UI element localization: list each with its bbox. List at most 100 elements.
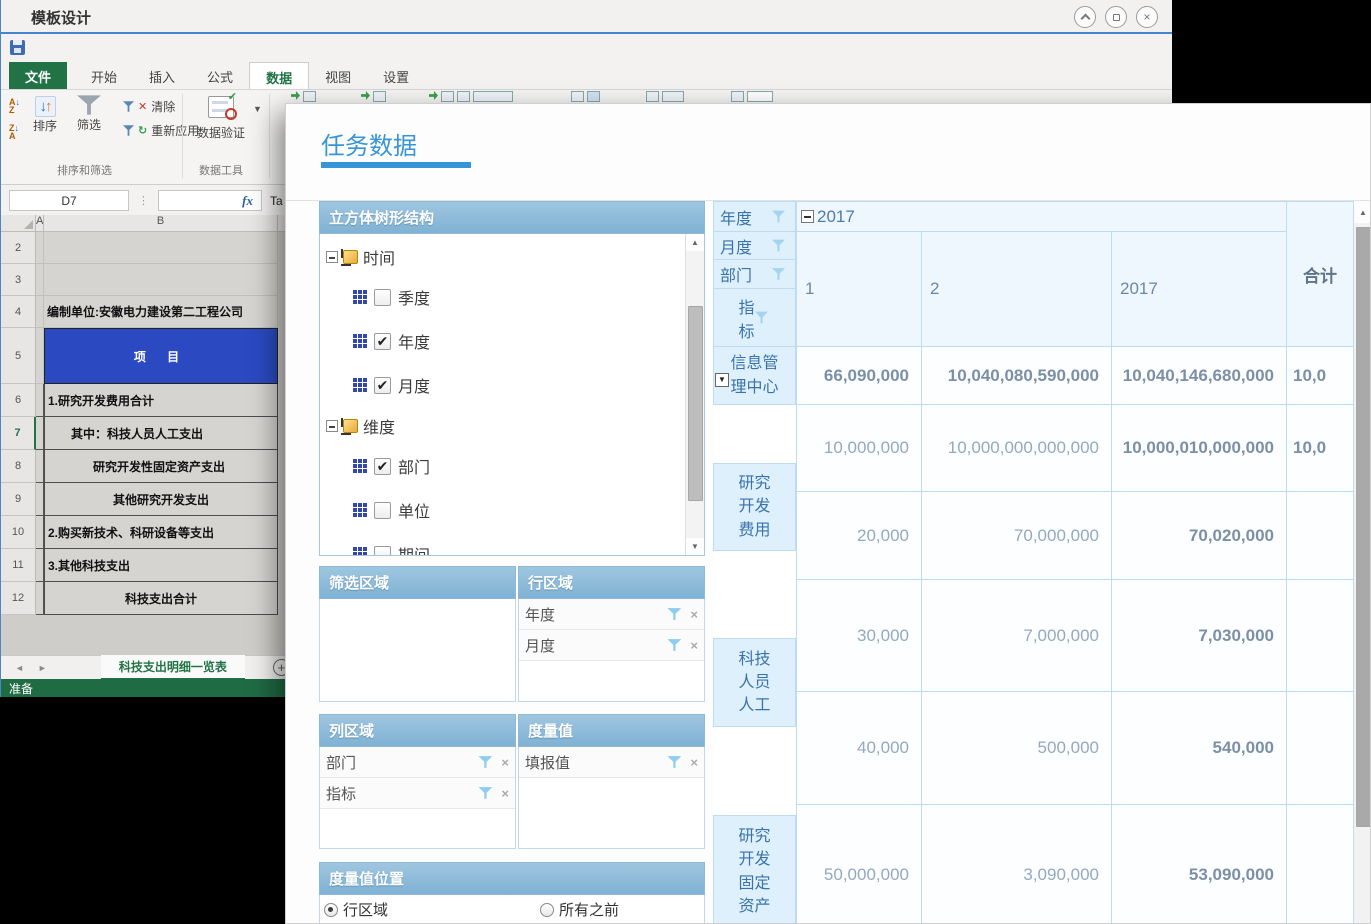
collapse-icon[interactable] xyxy=(801,210,814,223)
checkbox-unchecked[interactable] xyxy=(374,502,391,519)
filter-funnel-icon[interactable] xyxy=(667,638,681,652)
remove-icon[interactable]: × xyxy=(501,786,509,801)
reapply-button[interactable]: ↻ 重新应用 xyxy=(123,122,199,139)
tree-group-1[interactable]: 时间 xyxy=(326,238,704,275)
row-number-9[interactable]: 9 xyxy=(1,483,36,516)
cell-name-box[interactable]: D7 xyxy=(9,190,129,211)
close-button[interactable]: × xyxy=(1136,6,1158,28)
collapse-icon[interactable] xyxy=(326,420,338,432)
ribbon-tab-3[interactable]: 插入 xyxy=(133,62,191,89)
filter-funnel-icon[interactable] xyxy=(478,786,492,800)
column-area-item-2[interactable]: 指标× xyxy=(320,778,515,809)
ribbon-tab-7[interactable]: 设置 xyxy=(367,62,425,89)
cell-b8[interactable]: 研究开发性固定资产支出 xyxy=(44,450,278,483)
pivot-scroll-up-icon[interactable]: ▲ xyxy=(1354,201,1371,223)
cell-a3[interactable] xyxy=(36,264,44,296)
filter-funnel-icon[interactable] xyxy=(755,311,768,325)
row-number-4[interactable]: 4 xyxy=(1,296,36,328)
collapse-icon[interactable] xyxy=(326,251,338,263)
clear-filter-button[interactable]: ✕ 清除 xyxy=(123,98,175,115)
ribbon-tab-5[interactable]: 数据 xyxy=(249,62,309,89)
row-number-12[interactable]: 12 xyxy=(1,582,36,615)
cell-a6[interactable] xyxy=(36,384,44,417)
row-area-item-2[interactable]: 月度× xyxy=(519,630,704,661)
insert-function-button[interactable]: fx xyxy=(158,190,262,211)
cell-b11[interactable]: 3.其他科技支出 xyxy=(44,549,278,582)
row-number-7[interactable]: 7 xyxy=(1,417,36,450)
row-number-6[interactable]: 6 xyxy=(1,384,36,417)
save-icon[interactable] xyxy=(10,40,25,55)
remove-icon[interactable]: × xyxy=(690,755,698,770)
cell-b6[interactable]: 1.研究开发费用合计 xyxy=(44,384,278,417)
cell-b5[interactable]: 项 目 xyxy=(44,328,278,384)
select-all-corner[interactable] xyxy=(1,215,36,231)
checkbox-unchecked[interactable] xyxy=(374,546,391,557)
checkbox-checked[interactable]: ✔ xyxy=(374,377,391,394)
row-number-2[interactable]: 2 xyxy=(1,232,36,264)
cell-a12[interactable] xyxy=(36,582,44,615)
tree-item-2-2[interactable]: 单位 xyxy=(326,488,704,532)
maximize-button[interactable] xyxy=(1105,6,1127,28)
cell-a9[interactable] xyxy=(36,483,44,516)
tree-scrollbar[interactable]: ▲ ▼ xyxy=(685,234,704,555)
tree-item-2-3[interactable]: 期间 xyxy=(326,532,704,556)
filter-button[interactable]: 筛选 xyxy=(77,94,101,133)
cell-b3[interactable] xyxy=(44,264,278,296)
pivot-scrollbar[interactable]: ▲ xyxy=(1353,201,1371,924)
ribbon-tab-1[interactable]: 文件 xyxy=(9,62,67,89)
sheet-nav-arrows[interactable]: ◄► xyxy=(15,663,61,673)
checkbox-unchecked[interactable] xyxy=(374,289,391,306)
column-header-a[interactable]: A xyxy=(36,215,44,231)
remove-icon[interactable]: × xyxy=(501,755,509,770)
tree-item-2-1[interactable]: ✔部门 xyxy=(326,444,704,488)
filter-funnel-icon[interactable] xyxy=(772,239,785,253)
sort-az-icon[interactable]: A↓Z xyxy=(9,98,20,114)
filter-funnel-icon[interactable] xyxy=(667,755,681,769)
row-number-5[interactable]: 5 xyxy=(1,328,36,384)
filter-area-body[interactable] xyxy=(319,599,516,702)
tree-scroll-thumb[interactable] xyxy=(688,306,703,501)
cell-a10[interactable] xyxy=(36,516,44,549)
checkbox-checked[interactable]: ✔ xyxy=(374,458,391,475)
row-number-10[interactable]: 10 xyxy=(1,516,36,549)
ribbon-tab-4[interactable]: 公式 xyxy=(191,62,249,89)
measure-pos-option-2[interactable]: 所有之前 xyxy=(540,899,619,920)
cell-a2[interactable] xyxy=(36,232,44,264)
cell-b2[interactable] xyxy=(44,232,278,264)
tree-group-2[interactable]: 维度 xyxy=(326,407,704,444)
filter-funnel-icon[interactable] xyxy=(667,607,681,621)
remove-icon[interactable]: × xyxy=(690,638,698,653)
filter-funnel-icon[interactable] xyxy=(478,755,492,769)
remove-icon[interactable]: × xyxy=(690,607,698,622)
cell-b4[interactable]: 编制单位:安徽电力建设第二工程公司 xyxy=(44,296,278,328)
row-area-item-1[interactable]: 年度× xyxy=(519,599,704,630)
cell-b10[interactable]: 2.购买新技术、科研设备等支出 xyxy=(44,516,278,549)
measure-pos-option-1[interactable]: 行区域 xyxy=(324,899,388,920)
cell-a4[interactable] xyxy=(36,296,44,328)
checkbox-checked[interactable]: ✔ xyxy=(374,333,391,350)
validation-dropdown-caret[interactable]: ▼ xyxy=(253,104,262,114)
scroll-down-icon[interactable]: ▼ xyxy=(686,538,704,555)
row-number-3[interactable]: 3 xyxy=(1,264,36,296)
sheet-tab[interactable]: 科技支出明细一览表 xyxy=(101,655,245,680)
filter-funnel-icon[interactable] xyxy=(772,210,785,224)
tree-item-1-1[interactable]: 季度 xyxy=(326,275,704,319)
minimize-button[interactable] xyxy=(1074,6,1096,28)
cell-a11[interactable] xyxy=(36,549,44,582)
tree-item-1-2[interactable]: ✔年度 xyxy=(326,319,704,363)
column-area-item-1[interactable]: 部门× xyxy=(320,747,515,778)
row-number-8[interactable]: 8 xyxy=(1,450,36,483)
data-validation-button[interactable]: 数据验证 xyxy=(197,96,245,141)
radio-unselected[interactable] xyxy=(540,903,554,917)
cell-a7[interactable] xyxy=(36,417,44,450)
cell-a5[interactable] xyxy=(36,328,44,384)
ribbon-tab-6[interactable]: 视图 xyxy=(309,62,367,89)
expand-icon[interactable]: ▼ xyxy=(715,373,729,387)
row-number-11[interactable]: 11 xyxy=(1,549,36,582)
sort-button[interactable]: ↓↑ 排序 xyxy=(33,96,57,134)
filter-funnel-icon[interactable] xyxy=(772,267,785,281)
measure-area-item-1[interactable]: 填报值× xyxy=(519,747,704,778)
scroll-up-icon[interactable]: ▲ xyxy=(686,234,704,251)
cell-b12[interactable]: 科技支出合计 xyxy=(44,582,278,615)
cell-b7[interactable]: 其中：科技人员人工支出 xyxy=(44,417,278,450)
